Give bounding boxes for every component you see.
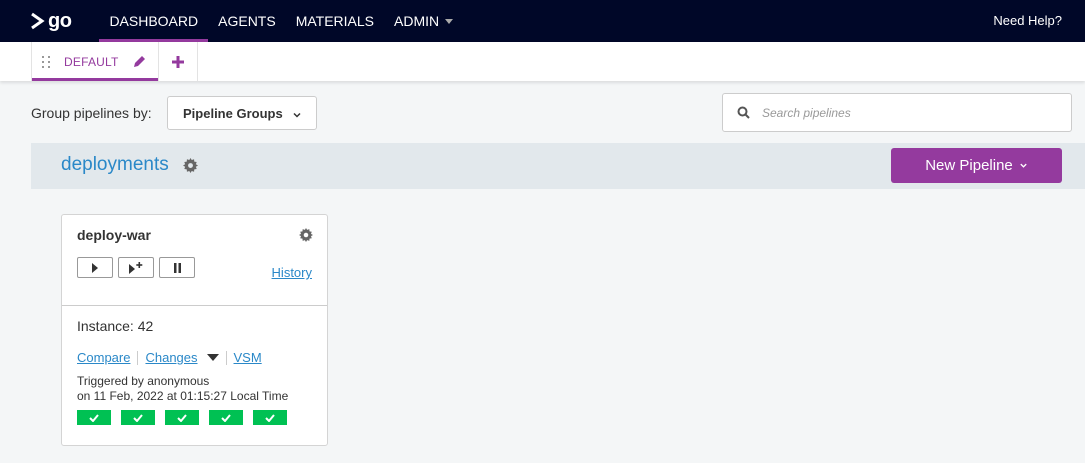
play-with-options-icon xyxy=(129,261,143,274)
need-help-link[interactable]: Need Help? xyxy=(993,13,1062,28)
search-icon xyxy=(737,106,750,119)
changes-caret-icon[interactable] xyxy=(206,354,219,361)
pause-button[interactable] xyxy=(159,257,195,278)
nav-agents-label: AGENTS xyxy=(218,13,276,29)
vsm-link[interactable]: VSM xyxy=(234,350,262,365)
tab-default-label: DEFAULT xyxy=(64,54,119,69)
link-separator xyxy=(137,350,139,365)
triggered-info: Triggered by anonymous on 11 Feb, 2022 a… xyxy=(77,374,288,404)
stages xyxy=(77,410,287,425)
stage-passed[interactable] xyxy=(165,410,199,425)
add-tab-button[interactable] xyxy=(159,42,198,81)
stage-passed[interactable] xyxy=(121,410,155,425)
chevron-down-icon xyxy=(1019,161,1028,170)
instance-label: Instance: 42 xyxy=(77,318,154,334)
drag-handle-icon[interactable] xyxy=(42,52,52,72)
link-separator xyxy=(225,350,227,365)
check-icon xyxy=(265,413,275,422)
gear-icon[interactable] xyxy=(299,228,313,247)
check-icon xyxy=(221,413,231,422)
chevron-down-icon xyxy=(292,108,302,123)
pipeline-name: deploy-war xyxy=(77,227,151,243)
play-icon xyxy=(92,262,98,273)
group-by-label: Group pipelines by: xyxy=(31,105,152,121)
nav-materials-label: MATERIALS xyxy=(295,13,375,29)
stage-passed[interactable] xyxy=(209,410,243,425)
pencil-icon[interactable] xyxy=(133,55,146,68)
check-icon xyxy=(89,413,99,422)
nav-admin[interactable]: ADMIN xyxy=(384,0,463,42)
search-box[interactable] xyxy=(722,93,1072,132)
new-pipeline-label: New Pipeline xyxy=(925,157,1013,174)
check-icon xyxy=(177,413,187,422)
group-by-value: Pipeline Groups xyxy=(183,105,283,121)
pause-icon xyxy=(173,262,181,273)
nav-agents[interactable]: AGENTS xyxy=(208,0,286,42)
triggered-on: on 11 Feb, 2022 at 01:15:27 Local Time xyxy=(77,389,289,403)
triggered-by: Triggered by anonymous xyxy=(77,374,210,388)
trigger-button[interactable] xyxy=(77,257,113,278)
plus-icon xyxy=(172,55,184,68)
dashboard-tabs-bar: DEFAULT xyxy=(0,42,1085,81)
stage-passed[interactable] xyxy=(253,410,287,425)
nav-dashboard-label: DASHBOARD xyxy=(109,13,199,29)
stage-passed[interactable] xyxy=(77,410,111,425)
tab-default[interactable]: DEFAULT xyxy=(31,42,159,81)
nav-dashboard[interactable]: DASHBOARD xyxy=(99,0,208,42)
changes-link[interactable]: Changes xyxy=(145,350,197,365)
new-pipeline-button[interactable]: New Pipeline xyxy=(891,148,1062,183)
check-icon xyxy=(133,413,143,422)
go-logo[interactable]: go xyxy=(30,9,72,33)
nav-admin-label: ADMIN xyxy=(394,13,440,29)
pipeline-group-header: deployments New Pipeline xyxy=(31,143,1085,189)
trigger-with-options-button[interactable] xyxy=(118,257,154,278)
instance-links: Compare Changes VSM xyxy=(77,350,262,365)
logo-text: go xyxy=(48,9,72,32)
top-nav: go DASHBOARD AGENTS MATERIALS ADMIN Need… xyxy=(0,0,1085,42)
caret-down-icon xyxy=(445,18,454,24)
history-link[interactable]: History xyxy=(272,265,312,280)
group-by-select[interactable]: Pipeline Groups xyxy=(167,96,317,130)
search-input[interactable] xyxy=(762,105,1052,120)
gear-icon[interactable] xyxy=(183,158,198,178)
pipeline-group-name[interactable]: deployments xyxy=(61,154,169,176)
pipeline-card: deploy-war History Instance: 42 Compare … xyxy=(61,214,328,446)
nav-materials[interactable]: MATERIALS xyxy=(286,0,384,42)
go-logo-icon xyxy=(31,12,45,30)
pipeline-card-header: deploy-war History xyxy=(62,215,327,306)
compare-link[interactable]: Compare xyxy=(77,350,130,365)
